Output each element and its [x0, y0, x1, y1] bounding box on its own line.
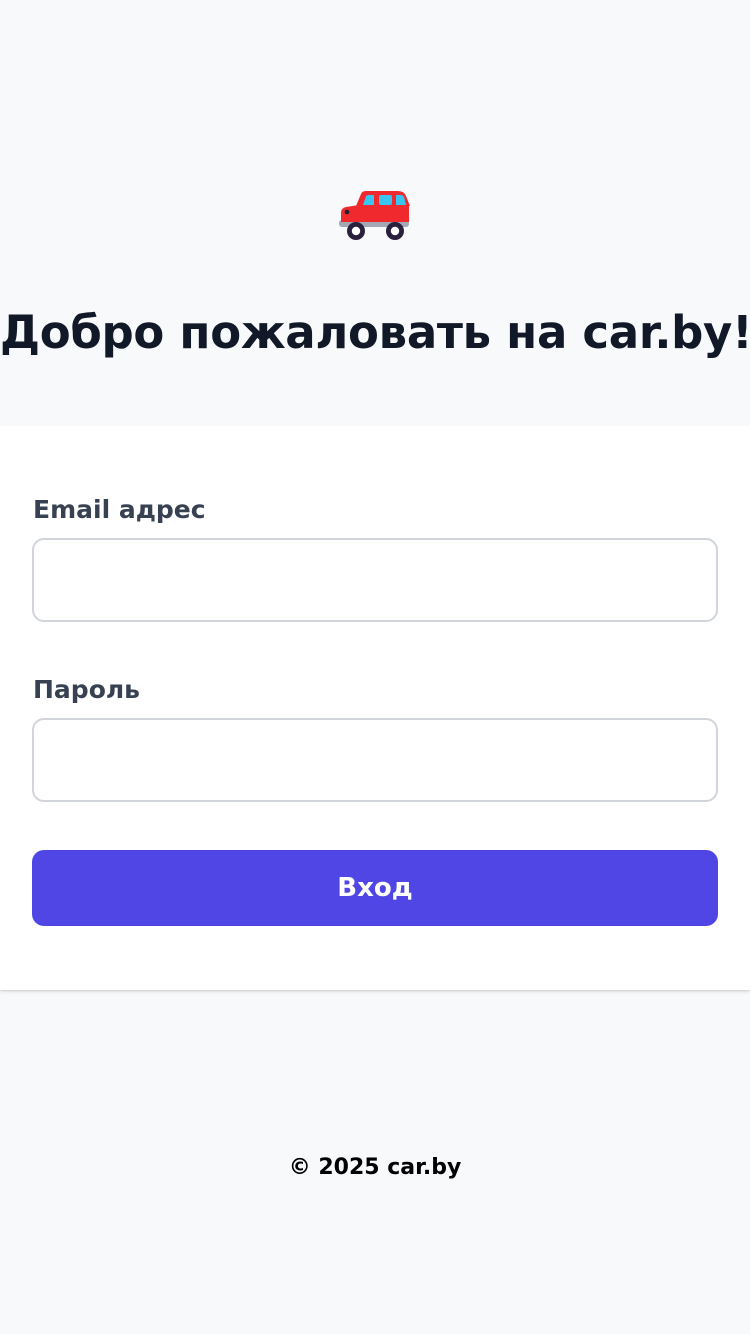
footer-copyright: © 2025 car.by: [288, 1155, 462, 1180]
page-title: Добро пожаловать на car.by!: [0, 306, 750, 359]
email-label: Email адрес: [33, 495, 206, 524]
page-header: Добро пожаловать на car.by!: [0, 0, 750, 426]
password-field[interactable]: [32, 718, 718, 802]
login-form: Email адрес Пароль Вход: [0, 426, 750, 990]
email-field[interactable]: [32, 538, 718, 622]
password-label: Пароль: [33, 675, 140, 704]
red-car-icon: [336, 184, 414, 244]
login-button[interactable]: Вход: [32, 850, 718, 926]
